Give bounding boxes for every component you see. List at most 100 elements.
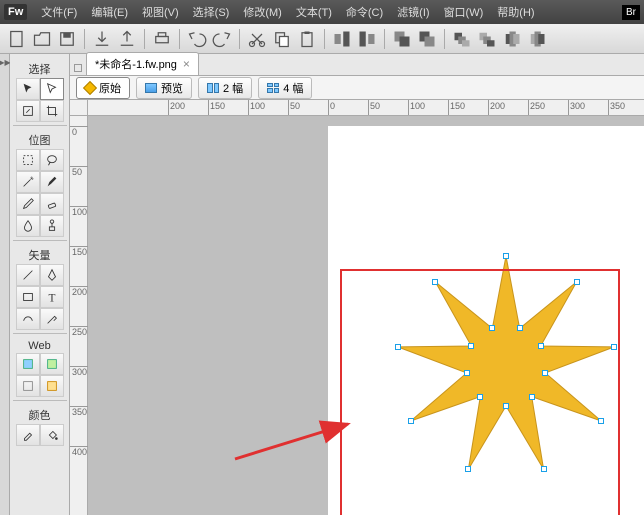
canvas-wrap: 2001501005005010015020025030035040045050… bbox=[70, 100, 644, 515]
selection-handle[interactable] bbox=[538, 343, 544, 349]
bucket-tool[interactable] bbox=[40, 424, 64, 446]
import-button[interactable] bbox=[91, 28, 113, 50]
marquee-tool[interactable] bbox=[16, 149, 40, 171]
toolbar-separator bbox=[444, 29, 445, 49]
selection-handle[interactable] bbox=[529, 394, 535, 400]
pen-tool[interactable] bbox=[40, 264, 64, 286]
rect-tool[interactable] bbox=[16, 286, 40, 308]
selection-handle[interactable] bbox=[477, 394, 483, 400]
text-tool[interactable]: T bbox=[40, 286, 64, 308]
view-original-button[interactable]: 原始 bbox=[76, 77, 130, 99]
new-button[interactable] bbox=[6, 28, 28, 50]
cut-button[interactable] bbox=[246, 28, 268, 50]
group-button-2[interactable] bbox=[416, 28, 438, 50]
canvas-page bbox=[328, 126, 644, 515]
tab-menu-icon[interactable] bbox=[74, 64, 82, 72]
menu-help[interactable]: 帮助(H) bbox=[491, 2, 540, 22]
document-tabbar: *未命名-1.fw.png × bbox=[70, 54, 644, 76]
copy-button[interactable] bbox=[271, 28, 293, 50]
selection-handle[interactable] bbox=[611, 344, 617, 350]
eyedropper-tool[interactable] bbox=[16, 424, 40, 446]
pencil-tool[interactable] bbox=[16, 193, 40, 215]
line-tool[interactable] bbox=[16, 264, 40, 286]
crop-tool[interactable] bbox=[40, 100, 64, 122]
web-section-title: Web bbox=[28, 340, 50, 352]
align-button-1[interactable] bbox=[331, 28, 353, 50]
toolbar-separator bbox=[84, 29, 85, 49]
menu-select[interactable]: 选择(S) bbox=[187, 2, 236, 22]
brush-icon bbox=[83, 80, 97, 94]
menu-file[interactable]: 文件(F) bbox=[35, 2, 83, 22]
scale-tool[interactable] bbox=[16, 100, 40, 122]
subselect-tool[interactable] bbox=[40, 78, 64, 100]
blur-tool[interactable] bbox=[16, 215, 40, 237]
stamp-tool[interactable] bbox=[40, 215, 64, 237]
document-tab[interactable]: *未命名-1.fw.png × bbox=[86, 52, 199, 75]
menu-view[interactable]: 视图(V) bbox=[136, 2, 185, 22]
document-area: *未命名-1.fw.png × 原始 预览 2 幅 4 幅 2001501005… bbox=[70, 54, 644, 515]
selection-handle[interactable] bbox=[464, 370, 470, 376]
selection-handle[interactable] bbox=[503, 403, 509, 409]
slice-tool[interactable] bbox=[40, 353, 64, 375]
undo-button[interactable] bbox=[186, 28, 208, 50]
open-button[interactable] bbox=[31, 28, 53, 50]
selection-handle[interactable] bbox=[541, 466, 547, 472]
selection-handle[interactable] bbox=[503, 253, 509, 259]
tab-title: *未命名-1.fw.png bbox=[95, 56, 177, 72]
view-4up-button[interactable]: 4 幅 bbox=[258, 77, 312, 99]
selection-handle[interactable] bbox=[468, 343, 474, 349]
close-tab-icon[interactable]: × bbox=[183, 57, 190, 71]
selection-handle[interactable] bbox=[542, 370, 548, 376]
wand-tool[interactable] bbox=[16, 171, 40, 193]
selection-handle[interactable] bbox=[517, 325, 523, 331]
selection-handle[interactable] bbox=[465, 466, 471, 472]
export-button[interactable] bbox=[116, 28, 138, 50]
menubar: Fw 文件(F) 编辑(E) 视图(V) 选择(S) 修改(M) 文本(T) 命… bbox=[0, 0, 644, 24]
vertical-ruler: 050100150200250300350400 bbox=[70, 116, 88, 515]
show-slice-tool[interactable] bbox=[40, 375, 64, 397]
freeform-tool[interactable] bbox=[16, 308, 40, 330]
menu-command[interactable]: 命令(C) bbox=[340, 2, 389, 22]
selection-handle[interactable] bbox=[489, 325, 495, 331]
knife-tool[interactable] bbox=[40, 308, 64, 330]
view-preview-button[interactable]: 预览 bbox=[136, 77, 192, 99]
menu-edit[interactable]: 编辑(E) bbox=[85, 2, 134, 22]
pointer-tool[interactable] bbox=[16, 78, 40, 100]
selection-handle[interactable] bbox=[408, 418, 414, 424]
redo-button[interactable] bbox=[211, 28, 233, 50]
view-2up-button[interactable]: 2 幅 bbox=[198, 77, 252, 99]
print-button[interactable] bbox=[151, 28, 173, 50]
save-button[interactable] bbox=[56, 28, 78, 50]
eraser-tool[interactable] bbox=[40, 193, 64, 215]
selection-handle[interactable] bbox=[598, 418, 604, 424]
hide-slice-tool[interactable] bbox=[16, 375, 40, 397]
canvas[interactable] bbox=[88, 116, 644, 515]
content-area: ▶▶ 选择 位图 矢量 bbox=[0, 54, 644, 515]
lasso-tool[interactable] bbox=[40, 149, 64, 171]
selection-handle[interactable] bbox=[574, 279, 580, 285]
menu-modify[interactable]: 修改(M) bbox=[237, 2, 288, 22]
paste-button[interactable] bbox=[296, 28, 318, 50]
grid4-icon bbox=[267, 83, 279, 93]
toolbar-separator bbox=[384, 29, 385, 49]
arrange-button-3[interactable] bbox=[501, 28, 523, 50]
arrange-button-1[interactable] bbox=[451, 28, 473, 50]
bitmap-section-title: 位图 bbox=[29, 132, 51, 148]
menu-window[interactable]: 窗口(W) bbox=[438, 2, 490, 22]
align-button-2[interactable] bbox=[356, 28, 378, 50]
brush-tool[interactable] bbox=[40, 171, 64, 193]
view-mode-bar: 原始 预览 2 幅 4 幅 bbox=[70, 76, 644, 100]
group-button-1[interactable] bbox=[391, 28, 413, 50]
hotspot-tool[interactable] bbox=[16, 353, 40, 375]
arrange-button-2[interactable] bbox=[476, 28, 498, 50]
color-section-title: 颜色 bbox=[29, 407, 51, 423]
menu-filter[interactable]: 滤镜(I) bbox=[391, 2, 435, 22]
menu-text[interactable]: 文本(T) bbox=[290, 2, 338, 22]
selection-handle[interactable] bbox=[432, 279, 438, 285]
svg-text:T: T bbox=[48, 292, 55, 304]
vector-section-title: 矢量 bbox=[29, 247, 51, 263]
bridge-badge[interactable]: Br bbox=[622, 5, 640, 20]
arrange-button-4[interactable] bbox=[526, 28, 548, 50]
selection-handle[interactable] bbox=[395, 344, 401, 350]
grid2-icon bbox=[207, 83, 219, 93]
